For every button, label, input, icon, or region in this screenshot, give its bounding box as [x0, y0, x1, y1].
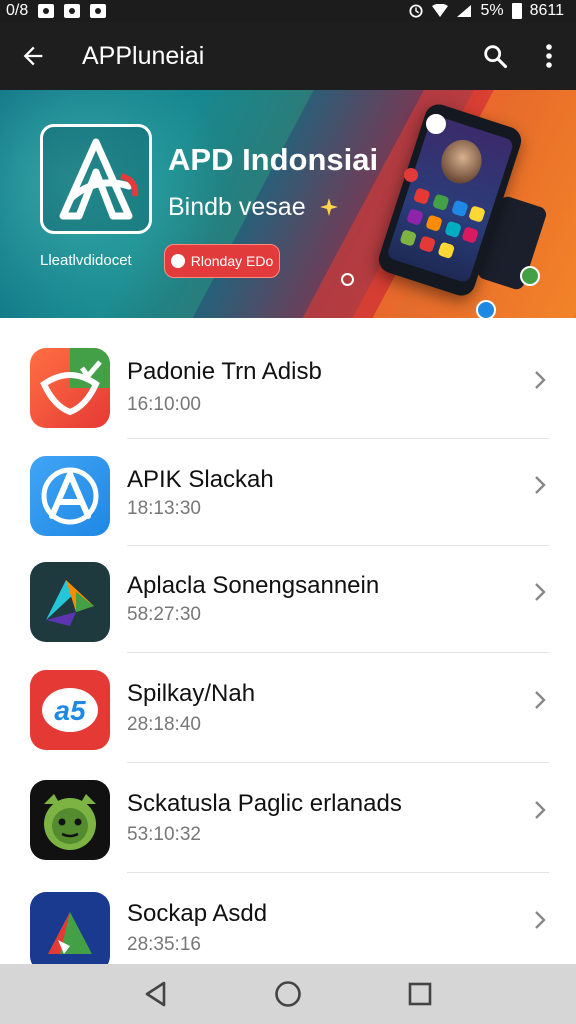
status-bar: 0/8 5% 8611	[0, 0, 576, 22]
app-name: Spilkay/Nah	[127, 680, 256, 707]
status-left-text: 0/8	[6, 2, 29, 19]
app-time: 28:18:40	[127, 714, 201, 735]
nav-home-button[interactable]	[258, 964, 318, 1024]
app-bar: APPluneiai	[0, 22, 576, 90]
phone-app-icon	[468, 205, 486, 223]
floating-app-icon	[426, 114, 446, 134]
banner-caption: Lleatlvdidocet	[40, 252, 132, 269]
square-icon	[90, 4, 107, 18]
status-time: 8611	[529, 2, 564, 19]
chevron-right-icon	[535, 911, 546, 929]
banner-subtitle: Bindb vesae	[168, 193, 306, 221]
image-icon	[38, 4, 55, 18]
arrow-back-icon	[23, 46, 43, 66]
page-title: APPluneiai	[82, 41, 205, 70]
more-options-button[interactable]	[522, 22, 576, 90]
app-time: 16:10:00	[127, 394, 201, 415]
banner-title: APD Indonsiai	[168, 142, 379, 177]
cta-icon	[170, 254, 185, 268]
circle-icon	[64, 4, 81, 18]
chevron-right-icon	[535, 691, 546, 709]
more-vert-icon	[546, 44, 552, 68]
phone-app-icon	[444, 220, 462, 239]
signal-icon	[457, 5, 472, 17]
status-left: 0/8	[6, 2, 107, 20]
nav-back-button[interactable]	[126, 964, 186, 1024]
blue-triangle-app-icon	[30, 892, 110, 964]
banner-logo-icon	[40, 124, 152, 234]
system-nav-bar	[0, 964, 576, 1024]
battery-percent: 5%	[480, 2, 504, 19]
dark-arrow-app-icon	[30, 562, 110, 642]
banner-cta-label: Rlonday EDo	[190, 253, 274, 269]
orange-green-app-icon	[30, 348, 110, 428]
search-button[interactable]	[468, 22, 522, 90]
phone-app-icon	[399, 229, 418, 247]
chevron-right-icon	[535, 583, 546, 601]
wifi-icon	[432, 4, 449, 17]
alarm-icon	[409, 4, 424, 18]
floating-app-icon	[520, 266, 540, 286]
phone-app-icon	[413, 187, 431, 205]
floating-app-icon	[404, 168, 418, 182]
nav-recents-button[interactable]	[390, 964, 450, 1024]
phone-app-icon	[418, 235, 437, 253]
app-time: 18:13:30	[127, 498, 201, 519]
red-a5-app-icon: a5	[30, 670, 110, 750]
app-name: Sckatusla Paglic erlanads	[127, 790, 402, 817]
sparkle-icon	[320, 198, 338, 216]
carousel-indicator[interactable]	[341, 273, 354, 286]
list-item[interactable]: a5 Spilkay/Nah 28:18:40	[0, 653, 576, 761]
app-name: Sockap Asdd	[127, 900, 268, 927]
svg-text:a5: a5	[54, 695, 86, 726]
nav-back-icon	[145, 981, 166, 1007]
chevron-right-icon	[535, 371, 546, 389]
banner-cta-button[interactable]: Rlonday EDo	[164, 244, 280, 278]
app-time: 28:35:16	[127, 934, 201, 955]
list-item[interactable]: APIK Slackah 18:13:30	[0, 439, 576, 547]
avatar	[435, 134, 488, 189]
app-name: Aplacla Sonengsannein	[127, 572, 380, 599]
phone-app-icon	[437, 241, 456, 260]
green-face-app-icon	[30, 780, 110, 860]
back-button[interactable]	[0, 22, 66, 90]
nav-home-icon	[275, 981, 301, 1007]
app-list: Padonie Trn Adisb 16:10:00 APIK Slackah …	[0, 318, 576, 964]
status-right: 5% 8611	[408, 2, 564, 20]
floating-app-icon	[476, 300, 496, 318]
app-time: 58:27:30	[127, 604, 201, 625]
list-item[interactable]: Sckatusla Paglic erlanads 53:10:32	[0, 763, 576, 871]
app-name: Padonie Trn Adisb	[127, 358, 322, 385]
phone-app-icon	[406, 208, 424, 226]
list-item[interactable]: Sockap Asdd 28:35:16	[0, 873, 576, 964]
list-item[interactable]: Aplacla Sonengsannein 58:27:30	[0, 546, 576, 654]
chevron-right-icon	[535, 476, 546, 494]
phone-app-icon	[432, 193, 450, 212]
battery-icon	[511, 3, 522, 19]
blue-a-app-icon	[30, 456, 110, 536]
search-icon	[484, 45, 508, 69]
app-name: APIK Slackah	[127, 466, 274, 493]
phone-app-icon	[461, 226, 480, 244]
nav-recents-icon	[408, 982, 432, 1006]
list-item[interactable]: Padonie Trn Adisb 16:10:00	[0, 322, 576, 430]
app-time: 53:10:32	[127, 824, 201, 845]
chevron-right-icon	[535, 801, 546, 819]
promo-banner[interactable]: APD Indonsiai Bindb vesae Lleatlvdidocet…	[0, 90, 576, 318]
phone-app-icon	[425, 214, 443, 233]
phone-app-icon	[451, 199, 469, 218]
